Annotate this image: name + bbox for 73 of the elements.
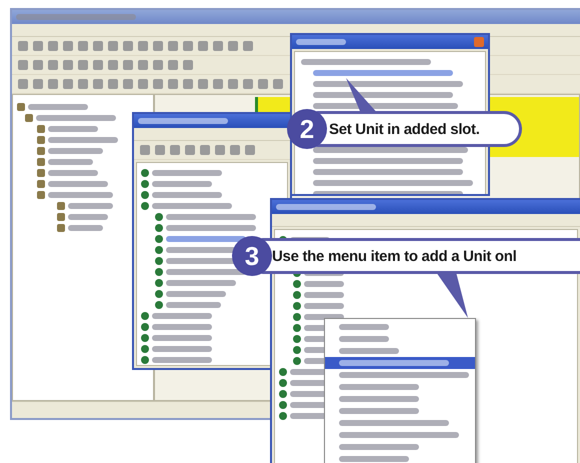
illegible-text-bar: [152, 324, 212, 330]
illegible-text-bar: [152, 346, 212, 352]
tree-node-icon: [293, 302, 301, 310]
illegible-text-bar: [68, 202, 113, 208]
tree-node-icon: [57, 212, 65, 220]
tree-node-icon: [293, 290, 301, 298]
illegible-text-bar: [304, 314, 344, 320]
illegible-text-bar: [48, 158, 93, 164]
tree-node-icon: [279, 390, 287, 398]
tree-node-icon: [57, 224, 65, 232]
tree-node-icon: [37, 158, 45, 166]
tree-node-icon: [279, 400, 287, 408]
illegible-text-bar: [152, 312, 212, 318]
tree-node-icon: [155, 268, 163, 276]
tree-node-icon: [155, 290, 163, 298]
illegible-text-bar: [152, 334, 212, 340]
tree-node-icon: [279, 368, 287, 376]
illegible-text-bar: [152, 170, 222, 176]
tree-node-icon: [293, 324, 301, 332]
tree-node-icon: [141, 344, 149, 352]
tree-node-icon: [293, 334, 301, 342]
tree-node-icon: [25, 114, 33, 122]
illegible-text-bar: [304, 292, 344, 298]
tree-node-icon: [141, 180, 149, 188]
tree-node-icon: [37, 136, 45, 144]
illegible-text-bar: [152, 356, 212, 362]
illegible-text-bar: [152, 192, 222, 198]
tree-node-icon: [279, 412, 287, 420]
illegible-text-bar: [68, 214, 108, 220]
illegible-text-bar: [339, 456, 409, 462]
tree-node-icon: [293, 312, 301, 320]
tree-node-icon: [155, 234, 163, 242]
illegible-text-bar: [166, 280, 236, 286]
illegible-text-bar: [48, 180, 108, 186]
tree-node-icon: [141, 334, 149, 342]
callout-text: Set Unit in added slot.: [329, 120, 480, 138]
illegible-text-bar: [166, 290, 226, 296]
tree-node-icon: [279, 378, 287, 386]
tree-node-icon: [141, 190, 149, 198]
tree-node-icon: [37, 190, 45, 198]
illegible-text-bar: [166, 302, 221, 308]
tree-node-icon: [57, 202, 65, 210]
tree-node-icon: [17, 102, 25, 110]
tree-node-icon: [141, 356, 149, 364]
tree-node-icon: [155, 256, 163, 264]
illegible-text-bar: [48, 148, 103, 154]
tree-node-icon: [141, 322, 149, 330]
tree-node-icon: [141, 168, 149, 176]
illegible-text-bar: [68, 224, 103, 230]
tree-node-icon: [37, 180, 45, 188]
tree-node-icon: [37, 146, 45, 154]
illegible-text-bar: [48, 192, 113, 198]
illegible-text-bar: [304, 302, 344, 308]
callout-text: Use the menu item to add a Unit onl: [272, 248, 517, 264]
close-icon[interactable]: [474, 37, 484, 47]
illegible-text-bar: [304, 280, 344, 286]
tree-node-icon: [155, 246, 163, 254]
illegible-text-bar: [48, 126, 98, 132]
illegible-text-bar: [152, 180, 212, 186]
illegible-text-bar: [48, 136, 118, 142]
tree-node-icon: [155, 224, 163, 232]
tree-node-icon: [293, 280, 301, 288]
illegible-text-bar: [28, 104, 88, 110]
illegible-text-bar: [48, 170, 98, 176]
tree-node-icon: [155, 300, 163, 308]
tree-node-icon: [293, 346, 301, 354]
tree-node-icon: [155, 278, 163, 286]
tree-node-icon: [155, 212, 163, 220]
tree-node-icon: [37, 124, 45, 132]
tree-node-icon: [141, 202, 149, 210]
tree-node-icon: [37, 168, 45, 176]
tree-node-icon: [293, 356, 301, 364]
tree-node-icon: [141, 312, 149, 320]
